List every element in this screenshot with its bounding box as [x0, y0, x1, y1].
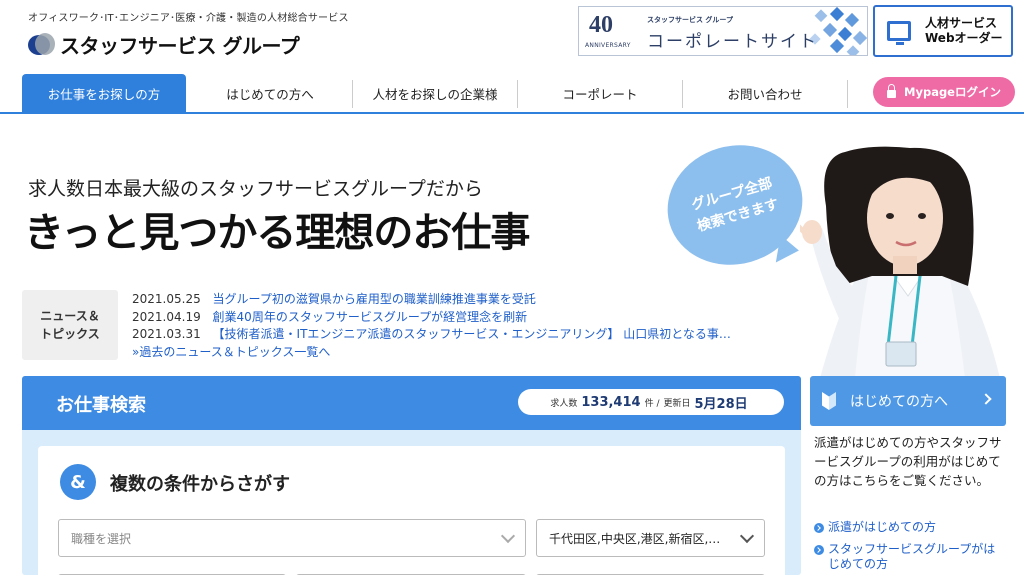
job-count-label: 求人数 — [550, 398, 578, 409]
logo-text: スタッフサービス グループ — [60, 34, 300, 58]
mypage-login-label: Mypageログイン — [904, 85, 1001, 99]
hero-title: きっと見つかる理想のお仕事 — [24, 210, 530, 256]
news-topics-label: ニュース＆ トピックス — [22, 290, 118, 360]
site-header: オフィスワーク･IT･エンジニア･医療・介護・製造の人材総合サービス スタッフサ… — [0, 0, 1024, 68]
computer-icon — [887, 21, 911, 45]
link-label: 派遣がはじめての方 — [828, 520, 937, 534]
news-item: 2021.03.31 【技術者派遣・ITエンジニア派遣のスタッフサービス・エンジ… — [132, 326, 792, 344]
news-link[interactable]: 当グループ初の滋賀県から雇用型の職業訓練推進事業を受託 — [213, 292, 536, 306]
nav-item-contact[interactable]: お問い合わせ — [683, 74, 847, 112]
news-label-line1: ニュース＆ — [40, 309, 100, 323]
news-list: 2021.05.25 当グループ初の滋賀県から雇用型の職業訓練推進事業を受託 2… — [132, 291, 792, 361]
job-stats-badge: 求人数 133,414 件 / 更新日 5月28日 — [518, 389, 784, 415]
news-more-row: »過去のニュース＆トピックス一覧へ — [132, 344, 792, 362]
first-time-dispatch-link[interactable]: 派遣がはじめての方 — [814, 520, 936, 535]
nav-item-first-time[interactable]: はじめての方へ — [188, 74, 352, 112]
first-time-sidebar: はじめての方へ 派遣がはじめての方やスタッフサービスグループの利用がはじめての方… — [810, 376, 1006, 575]
nav-item-companies[interactable]: 人材をお探しの企業様 — [353, 74, 517, 112]
job-search-header: お仕事検索 求人数 133,414 件 / 更新日 5月28日 — [22, 376, 801, 430]
first-time-label: はじめての方へ — [850, 394, 948, 410]
woman-pointing-illustration — [800, 146, 1000, 378]
first-time-description: 派遣がはじめての方やスタッフサービスグループの利用がはじめての方はこちらをご覧く… — [814, 435, 1002, 488]
arrow-circle-icon — [814, 545, 824, 555]
anniversary-number: 40 — [589, 12, 613, 38]
job-count: 133,414 — [581, 394, 641, 410]
cube-pattern-icon — [809, 7, 867, 55]
updated-label: 更新日 — [663, 398, 691, 409]
chevron-down-icon — [739, 528, 755, 544]
area-select[interactable]: 千代田区,中央区,港区,新宿区,… — [536, 519, 765, 557]
web-order-line2: Webオーダー — [925, 31, 1003, 45]
corporate-site-banner[interactable]: 40 ANNIVERSARY スタッフサービス グループ コーポレートサイト — [578, 6, 868, 56]
tagline: オフィスワーク･IT･エンジニア･医療・介護・製造の人材総合サービス — [28, 13, 349, 24]
news-item: 2021.05.25 当グループ初の滋賀県から雇用型の職業訓練推進事業を受託 — [132, 291, 792, 309]
link-label: スタッフサービスグループがはじめての方 — [828, 542, 996, 571]
nav-item-job-seekers[interactable]: お仕事をお探しの方 — [22, 74, 186, 112]
news-date: 2021.05.25 — [132, 292, 201, 306]
hero-subtitle: 求人数日本最大級のスタッフサービスグループだから — [28, 178, 483, 200]
lock-icon — [887, 84, 897, 98]
area-value: 千代田区,中央区,港区,新宿区,… — [549, 531, 721, 546]
ampersand-icon: & — [60, 464, 96, 500]
multi-condition-title: 複数の条件からさがす — [110, 474, 290, 495]
news-archive-link[interactable]: »過去のニュース＆トピックス一覧へ — [132, 345, 330, 359]
arrow-circle-icon — [814, 523, 824, 533]
nav-divider — [847, 80, 848, 108]
job-search-title: お仕事検索 — [56, 395, 146, 416]
job-type-placeholder: 職種を選択 — [71, 531, 132, 546]
job-type-select[interactable]: 職種を選択 — [58, 519, 526, 557]
first-time-button[interactable]: はじめての方へ — [810, 376, 1006, 426]
corporate-brand: スタッフサービス グループ — [647, 16, 734, 24]
anniversary-label: ANNIVERSARY — [585, 42, 631, 49]
news-link[interactable]: 創業40周年のスタッフサービスグループが経営理念を刷新 — [213, 310, 528, 324]
news-label-line2: トピックス — [40, 327, 100, 341]
global-nav: お仕事をお探しの方 はじめての方へ 人材をお探しの企業様 コーポレート お問い合… — [0, 74, 1024, 114]
updated-date: 5月28日 — [694, 396, 748, 412]
multi-condition-search: & 複数の条件からさがす 職種を選択 千代田区,中央区,港区,新宿区,… — [38, 446, 785, 575]
chevron-right-icon — [980, 393, 992, 405]
web-order-button[interactable]: 人材サービス Webオーダー — [873, 5, 1013, 57]
news-date: 2021.04.19 — [132, 309, 201, 324]
news-date: 2021.03.31 — [132, 327, 201, 341]
nav-item-corporate[interactable]: コーポレート — [518, 74, 682, 112]
first-time-group-link[interactable]: スタッフサービスグループがはじめての方 — [814, 542, 1004, 572]
job-count-unit: 件 / — [644, 398, 660, 409]
chevron-down-icon — [500, 528, 516, 544]
news-link[interactable]: 【技術者派遣・ITエンジニア派遣のスタッフサービス・エンジニアリング】 山口県初… — [213, 327, 731, 341]
mypage-login-button[interactable]: Mypageログイン — [873, 77, 1015, 107]
web-order-line1: 人材サービス — [925, 16, 998, 30]
logo-mark-icon — [28, 32, 56, 57]
site-logo[interactable]: スタッフサービス グループ — [28, 30, 300, 59]
job-search-panel: お仕事検索 求人数 133,414 件 / 更新日 5月28日 & 複数の条件か… — [22, 376, 801, 575]
beginner-mark-icon — [822, 392, 836, 410]
news-item: 2021.04.19 創業40周年のスタッフサービスグループが経営理念を刷新 — [132, 309, 792, 327]
